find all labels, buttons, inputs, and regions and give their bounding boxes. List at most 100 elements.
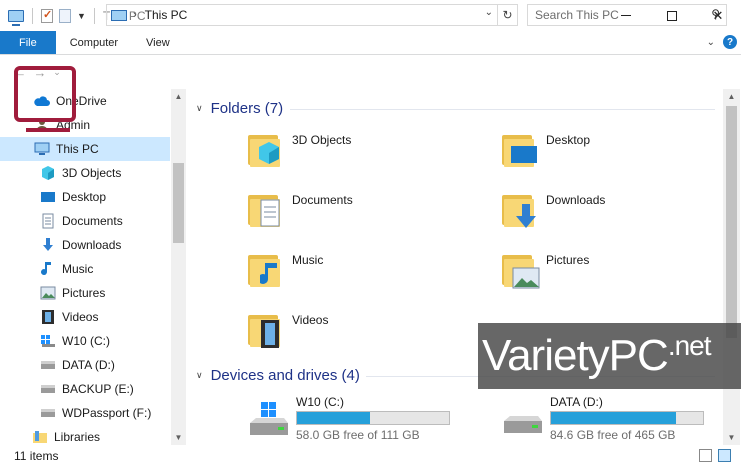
drive-data-d[interactable]: DATA (D:) 84.6 GB free of 465 GB	[500, 395, 723, 445]
new-folder-icon[interactable]	[59, 8, 71, 23]
devices-group-header[interactable]: ∨ Devices and drives (4)	[196, 367, 360, 384]
status-bar: 11 items	[0, 445, 741, 467]
recent-locations-icon[interactable]: ⌄	[50, 67, 64, 78]
drive-w10-c[interactable]: W10 (C:) 58.0 GB free of 111 GB	[246, 395, 496, 445]
folder-label: Music	[292, 253, 324, 267]
sidebar-item-music[interactable]: Music	[0, 257, 170, 281]
quick-access-toolbar: ▼	[0, 0, 97, 31]
up-arrow-icon[interactable]: ↑	[64, 65, 84, 80]
search-input[interactable]: Search This PC ⚲	[527, 4, 727, 26]
sidebar-item-label: Downloads	[62, 238, 122, 252]
folder-music[interactable]: Music	[246, 249, 486, 305]
sidebar-item-pictures[interactable]: Pictures	[0, 281, 170, 305]
sidebar-item-admin[interactable]: Admin	[0, 113, 170, 137]
view-switcher	[699, 449, 731, 462]
content-scroll-thumb[interactable]	[726, 106, 737, 338]
sidebar-item-label: Libraries	[54, 430, 101, 444]
desktop-folder-icon	[500, 129, 540, 173]
sidebar-item-documents[interactable]: Documents	[0, 209, 170, 233]
scroll-up-icon[interactable]: ▲	[171, 89, 186, 104]
address-dropdown-icon[interactable]: ⌄	[485, 7, 493, 18]
content-pane: ∨ Folders (7) 3D Objects Desktop Documen…	[186, 89, 723, 445]
sidebar-item-downloads[interactable]: Downloads	[0, 233, 170, 257]
sidebar-scroll-thumb[interactable]	[173, 163, 184, 243]
libraries-icon	[32, 429, 48, 445]
film-icon	[40, 309, 56, 325]
chevron-down-icon: ∨	[196, 370, 203, 380]
sidebar-item-label: DATA (D:)	[62, 358, 115, 372]
tab-computer[interactable]: Computer	[56, 31, 132, 54]
sidebar-item-data-d[interactable]: DATA (D:)	[0, 353, 170, 377]
expand-ribbon-icon[interactable]: ⌄	[707, 37, 715, 48]
computer-icon	[34, 141, 50, 157]
scroll-down-icon[interactable]: ▼	[171, 430, 186, 445]
folder-downloads[interactable]: Downloads	[500, 189, 723, 245]
drive-free-space: 58.0 GB free of 111 GB	[296, 428, 420, 442]
folder-label: Documents	[292, 193, 353, 207]
cube-icon	[40, 165, 56, 181]
drive-usage-fill	[297, 412, 370, 424]
sidebar-scrollbar[interactable]: ▲ ▼	[171, 89, 186, 445]
download-arrow-icon	[40, 237, 56, 253]
help-icon[interactable]: ?	[723, 35, 737, 49]
large-icons-view-icon[interactable]	[718, 449, 731, 462]
properties-icon[interactable]	[41, 8, 53, 23]
folder-pictures[interactable]: Pictures	[500, 249, 723, 305]
customize-toolbar-dropdown-icon[interactable]: ▼	[77, 11, 86, 21]
folder-label: Videos	[292, 313, 329, 327]
windows-drive-icon	[40, 333, 56, 349]
watermark-suffix: .net	[667, 330, 712, 361]
music-folder-icon	[246, 249, 286, 293]
sidebar-item-3d-objects[interactable]: 3D Objects	[0, 161, 170, 185]
drive-label: DATA (D:)	[550, 395, 603, 409]
sidebar-item-wdpassport-f[interactable]: WDPassport (F:)	[0, 401, 170, 425]
ribbon-tabs: File Computer View ⌄ ?	[0, 31, 741, 55]
desktop-icon	[40, 189, 56, 205]
ribbon-right-controls: ⌄ ?	[707, 35, 737, 49]
sidebar-item-videos[interactable]: Videos	[0, 305, 170, 329]
folders-group-header[interactable]: ∨ Folders (7)	[196, 100, 283, 117]
forward-arrow-icon[interactable]: →	[30, 65, 50, 80]
sidebar-item-label: This PC	[56, 142, 99, 156]
drive-usage-fill	[551, 412, 676, 424]
tab-file[interactable]: File	[0, 31, 56, 54]
computer-icon	[111, 9, 127, 21]
content-scrollbar[interactable]: ▲ ▼	[723, 89, 740, 445]
breadcrumb-separator-icon[interactable]: ›	[133, 9, 137, 21]
sidebar-item-w10-c[interactable]: W10 (C:)	[0, 329, 170, 353]
sidebar-item-desktop[interactable]: Desktop	[0, 185, 170, 209]
folder-3d-objects[interactable]: 3D Objects	[246, 129, 486, 185]
drive-label: W10 (C:)	[296, 395, 344, 409]
drive-icon	[40, 405, 56, 421]
breadcrumb-this-pc[interactable]: This PC	[145, 8, 188, 22]
sidebar-item-backup-e[interactable]: BACKUP (E:)	[0, 377, 170, 401]
sidebar-item-onedrive[interactable]: OneDrive	[0, 89, 170, 113]
computer-icon[interactable]	[8, 9, 24, 26]
3d-objects-folder-icon	[246, 129, 286, 173]
back-arrow-icon[interactable]: ←	[10, 65, 30, 80]
drive-icon	[40, 381, 56, 397]
folder-documents[interactable]: Documents	[246, 189, 486, 245]
folder-label: Desktop	[546, 133, 591, 147]
drive-icon	[40, 357, 56, 373]
user-icon	[34, 117, 50, 133]
address-bar[interactable]: › This PC ⌄	[106, 4, 498, 26]
folder-desktop[interactable]: Desktop	[500, 129, 723, 185]
sidebar-item-libraries[interactable]: Libraries	[0, 425, 170, 445]
refresh-button[interactable]: ↻	[498, 4, 518, 26]
group-title: Folders (7)	[210, 100, 284, 117]
search-icon[interactable]: ⚲	[711, 7, 720, 21]
sidebar-item-this-pc[interactable]: This PC	[0, 137, 170, 161]
details-view-icon[interactable]	[699, 449, 712, 462]
scroll-down-icon[interactable]: ▼	[723, 430, 740, 445]
sidebar-item-label: W10 (C:)	[62, 334, 110, 348]
navigation-bar: ← → ⌄ ↑	[0, 57, 741, 87]
folder-videos[interactable]: Videos	[246, 309, 486, 365]
scroll-up-icon[interactable]: ▲	[723, 89, 740, 104]
folder-label: 3D Objects	[292, 133, 352, 147]
chevron-down-icon: ∨	[196, 103, 203, 113]
separator	[93, 7, 95, 24]
documents-folder-icon	[246, 189, 286, 233]
tab-view[interactable]: View	[132, 31, 184, 54]
navigation-pane: OneDrive Admin This PC 3D Objects Deskto…	[0, 89, 186, 445]
